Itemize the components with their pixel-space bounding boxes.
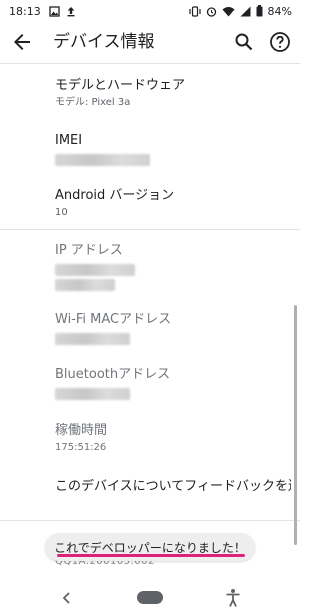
developer-toast: これでデベロッパーになりました！ [45, 533, 255, 561]
status-bar: 18:13 84% [0, 0, 300, 22]
item-title: IMEI [55, 133, 83, 148]
battery-percent: 84% [267, 4, 292, 18]
redacted-value [55, 333, 130, 345]
highlight-underline [57, 554, 245, 557]
list-item-android-version[interactable]: Android バージョン 10 [55, 188, 295, 220]
item-title: モデルとハードウェア [55, 78, 186, 93]
app-bar: デバイス情報 [0, 22, 300, 62]
list-item-model[interactable]: モデルとハードウェア モデル: Pixel 3a [55, 78, 295, 110]
alarm-icon [206, 6, 217, 17]
item-title: IP アドレス [55, 243, 123, 258]
toast-text: これでデベロッパーになりました！ [54, 540, 246, 555]
image-icon [49, 5, 60, 17]
search-icon[interactable] [232, 30, 256, 54]
section-divider [0, 520, 300, 521]
list-item-feedback[interactable]: このデバイスについてフィードバックを送信 [55, 479, 291, 495]
status-time: 18:13 [9, 4, 41, 18]
vibrate-icon [188, 5, 201, 17]
page-title: デバイス情報 [53, 32, 155, 52]
item-title: Bluetoothアドレス [55, 367, 171, 382]
list-item-ip-address: IP アドレス [55, 243, 295, 291]
home-pill[interactable] [137, 591, 163, 604]
item-title: Wi-Fi MACアドレス [55, 312, 172, 327]
redacted-value [55, 154, 150, 166]
redacted-value [55, 264, 135, 276]
item-subtitle: 10 [55, 207, 68, 218]
accessibility-icon[interactable] [225, 588, 241, 608]
arrow-back-icon[interactable] [10, 30, 34, 54]
list-item-imei[interactable]: IMEI [55, 133, 295, 166]
battery-icon [256, 5, 263, 17]
list-item-uptime: 稼働時間 175:51:26 [55, 423, 295, 455]
item-subtitle: モデル: Pixel 3a [55, 97, 131, 108]
list-item-wifi-mac: Wi-Fi MACアドレス [55, 312, 295, 345]
signal-icon [240, 6, 251, 17]
item-title: Android バージョン [55, 188, 175, 203]
help-icon[interactable] [268, 30, 292, 54]
list-item-bluetooth-address: Bluetoothアドレス [55, 367, 295, 400]
item-title: このデバイスについてフィードバックを送信 [55, 479, 291, 494]
scrollbar[interactable] [294, 305, 297, 545]
redacted-value [55, 388, 130, 400]
wifi-icon [222, 6, 235, 17]
upload-icon [66, 6, 76, 17]
nav-back-icon[interactable] [60, 590, 74, 606]
top-divider [0, 63, 300, 64]
redacted-value [55, 279, 115, 291]
item-subtitle: 175:51:26 [55, 442, 107, 453]
section-divider [0, 229, 300, 230]
nav-bar [0, 580, 300, 616]
item-title: 稼働時間 [55, 423, 108, 438]
